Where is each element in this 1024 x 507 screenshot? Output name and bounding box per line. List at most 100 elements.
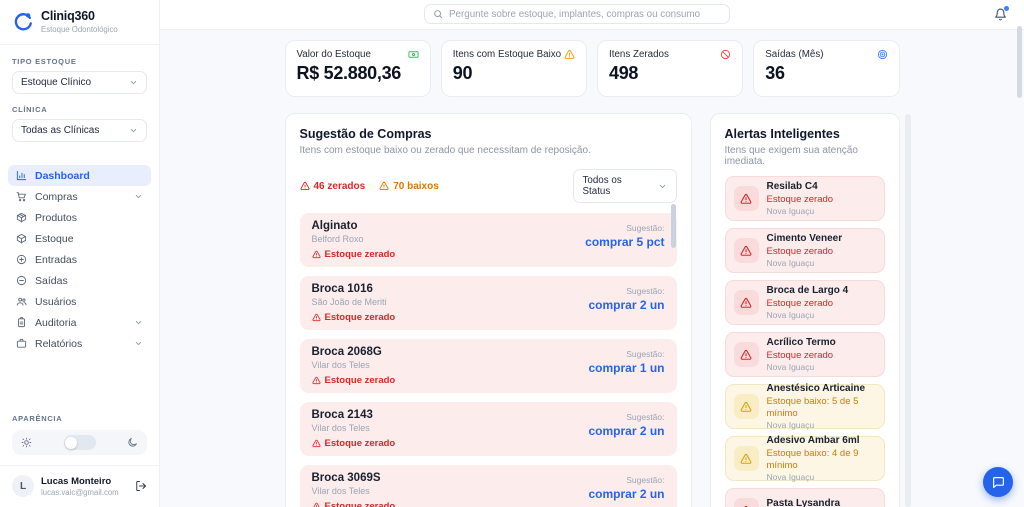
toggle-knob xyxy=(65,436,77,449)
nav-label: Entradas xyxy=(35,253,78,266)
sidebar-item-produtos[interactable]: Produtos xyxy=(8,207,151,228)
search-input[interactable] xyxy=(449,8,721,20)
bar-chart-icon xyxy=(16,170,27,181)
alerts-panel: Alertas Inteligentes Itens que exigem su… xyxy=(709,113,900,507)
stat-card-saidas-mes: Saídas (Mês) 36 xyxy=(753,40,900,97)
alert-card: Broca de Largo 4 Estoque zerado Nova Igu… xyxy=(724,280,885,325)
logout-button[interactable] xyxy=(135,480,147,492)
appearance-label: APARÊNCIA xyxy=(12,414,63,423)
shopping-cart-icon xyxy=(16,192,26,202)
users-icon xyxy=(16,297,27,306)
alert-name: Adesivo Ambar 6ml xyxy=(766,435,860,447)
nav-label: Estoque xyxy=(35,232,74,245)
buy-action-link[interactable]: comprar 1 un xyxy=(588,361,664,375)
chevron-down-icon xyxy=(658,182,667,191)
sidebar-item-compras[interactable]: Compras xyxy=(8,186,151,207)
stat-label: Itens Zerados xyxy=(609,49,669,60)
sidebar: Cliniq360 Estoque Odontológico TIPO ESTO… xyxy=(0,0,160,507)
zerados-badge: 46 zerados xyxy=(300,180,366,192)
nav-label: Auditoria xyxy=(35,316,77,329)
buy-action-link[interactable]: comprar 2 un xyxy=(588,298,664,312)
suggestion-label: Sugestão: xyxy=(626,286,665,296)
stat-value: R$ 52.880,36 xyxy=(296,63,402,83)
chevron-down-icon xyxy=(129,126,138,135)
alerts-title: Alertas Inteligentes xyxy=(724,127,840,141)
buy-action-link[interactable]: comprar 2 un xyxy=(588,424,664,438)
stat-label: Saídas (Mês) xyxy=(765,49,824,60)
alert-location: Nova Iguaçu xyxy=(766,206,815,217)
alert-triangle-icon xyxy=(733,186,759,211)
content-scrollbar-track[interactable] xyxy=(905,114,911,507)
buy-action-link[interactable]: comprar 2 un xyxy=(588,487,664,501)
stat-label: Valor do Estoque xyxy=(296,49,371,60)
alert-card: Pasta Lysandra Estoque zerado xyxy=(724,488,885,507)
sidebar-item-estoque[interactable]: Estoque xyxy=(8,228,151,249)
user-card: L Lucas Monteiro lucas.vaic@gmail.com xyxy=(0,465,159,499)
chevron-down-icon xyxy=(134,192,143,201)
brand: Cliniq360 Estoque Odontológico xyxy=(0,0,159,45)
alert-location: Nova Iguaçu xyxy=(766,362,815,373)
alert-status: Estoque zerado xyxy=(766,193,834,205)
zerados-badge-label: 46 zerados xyxy=(313,180,366,192)
alert-triangle-icon xyxy=(311,502,321,507)
item-location: Vilar dos Teles xyxy=(311,360,370,371)
theme-switcher xyxy=(12,430,147,455)
suggestions-list: Alginato Belford Roxo Estoque zerado Sug… xyxy=(299,213,677,507)
suggestion-item[interactable]: Broca 3069S Vilar dos Teles Estoque zera… xyxy=(299,465,677,507)
suggestion-label: Sugestão: xyxy=(626,475,665,485)
alert-status: Estoque baixo: 4 de 9 mínimo xyxy=(766,448,859,471)
chat-button[interactable] xyxy=(983,467,1013,497)
tipo-estoque-select[interactable]: Estoque Clínico xyxy=(12,71,147,94)
sidebar-item-dashboard[interactable]: Dashboard xyxy=(8,165,151,186)
brand-name: Cliniq360 xyxy=(41,9,95,23)
theme-toggle[interactable] xyxy=(63,435,96,450)
user-name: Lucas Monteiro xyxy=(41,475,112,487)
suggestion-item[interactable]: Alginato Belford Roxo Estoque zerado Sug… xyxy=(299,213,677,267)
item-status: Estoque zerado xyxy=(324,375,396,387)
status-filter-select[interactable]: Todos os Status xyxy=(572,169,677,203)
alert-name: Cimento Veneer xyxy=(766,232,843,244)
item-name: Broca 2068G xyxy=(311,346,382,358)
suggestions-subtitle: Itens com estoque baixo ou zerado que ne… xyxy=(299,145,591,156)
alert-name: Acrílico Termo xyxy=(766,336,836,348)
sidebar-item-usuarios[interactable]: Usuários xyxy=(8,291,151,312)
page-scrollbar-thumb[interactable] xyxy=(1017,26,1022,98)
chevron-down-icon xyxy=(134,339,143,348)
sidebar-item-saidas[interactable]: Saídas xyxy=(8,270,151,291)
moon-icon xyxy=(128,438,137,447)
item-location: São João de Meriti xyxy=(311,297,387,308)
alert-triangle-icon xyxy=(733,446,759,471)
nav-label: Dashboard xyxy=(35,169,90,182)
notifications-button[interactable] xyxy=(994,6,1009,21)
alerts-list: Resilab C4 Estoque zerado Nova Iguaçu Ci… xyxy=(724,176,885,507)
sidebar-item-auditoria[interactable]: Auditoria xyxy=(8,312,151,333)
clinica-select[interactable]: Todas as Clínicas xyxy=(12,119,147,142)
alert-triangle-icon xyxy=(311,313,321,322)
alert-status: Estoque zerado xyxy=(766,245,834,257)
suggestion-item[interactable]: Broca 1016 São João de Meriti Estoque ze… xyxy=(299,276,677,330)
alert-name: Pasta Lysandra xyxy=(766,497,841,507)
stat-value: 90 xyxy=(452,63,473,83)
sidebar-item-entradas[interactable]: Entradas xyxy=(8,249,151,270)
clinica-value: Todas as Clínicas xyxy=(21,125,100,136)
suggestions-scrollbar-thumb[interactable] xyxy=(670,204,676,248)
alert-triangle-icon xyxy=(733,394,759,419)
suggestion-item[interactable]: Broca 2068G Vilar dos Teles Estoque zera… xyxy=(299,339,677,393)
package-icon xyxy=(16,212,27,223)
chat-bubble-icon xyxy=(992,476,1004,488)
sidebar-nav: Dashboard Compras Produtos Estoque Entra… xyxy=(0,157,159,362)
stat-card-valor-estoque: Valor do Estoque R$ 52.880,36 xyxy=(284,40,431,97)
sidebar-item-relatorios[interactable]: Relatórios xyxy=(8,333,151,354)
nav-label: Produtos xyxy=(35,211,78,224)
alert-triangle-icon xyxy=(311,250,321,259)
briefcase-icon xyxy=(16,338,27,348)
alert-triangle-icon xyxy=(300,181,309,191)
sun-icon xyxy=(21,437,32,448)
suggestion-item[interactable]: Broca 2143 Vilar dos Teles Estoque zerad… xyxy=(299,402,677,456)
suggestions-panel: Sugestão de Compras Itens com estoque ba… xyxy=(284,113,692,507)
alert-triangle-icon xyxy=(311,439,321,448)
alert-triangle-icon xyxy=(733,498,759,507)
alert-triangle-icon xyxy=(564,49,575,59)
nav-label: Compras xyxy=(35,190,78,203)
buy-action-link[interactable]: comprar 5 pct xyxy=(585,235,664,249)
